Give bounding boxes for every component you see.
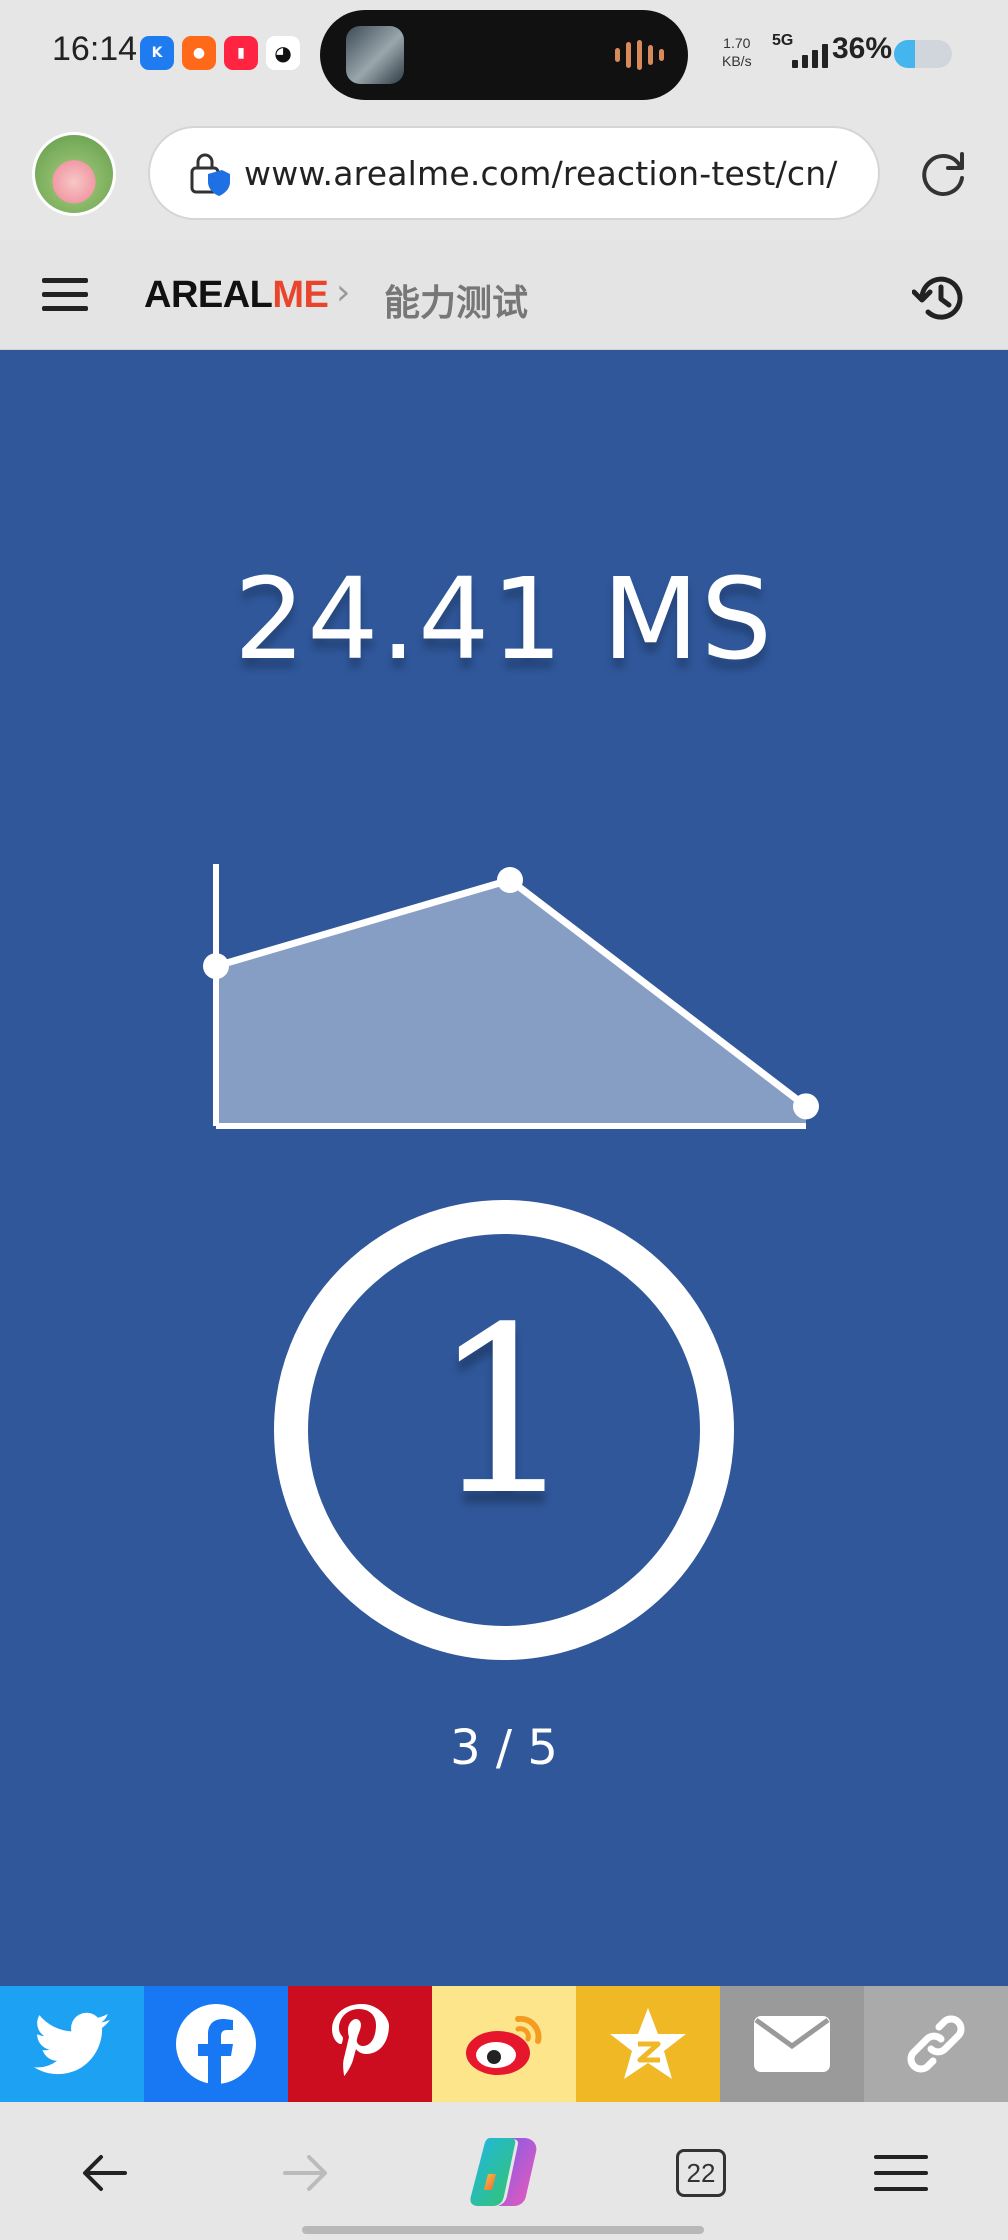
history-icon[interactable] (912, 270, 968, 326)
audio-wave-icon (615, 40, 664, 70)
reload-icon[interactable] (916, 146, 972, 202)
qzone-star-icon (610, 2008, 686, 2079)
home-indicator[interactable] (302, 2226, 704, 2234)
chart-point (203, 953, 229, 980)
share-facebook-button[interactable] (144, 1986, 288, 2102)
copy-link-button[interactable] (864, 1986, 1008, 2102)
share-weibo-button[interactable] (432, 1986, 576, 2102)
battery-fill (894, 40, 915, 68)
weibo-icon (466, 2015, 542, 2075)
network-type: 5G (772, 32, 794, 49)
browser-toolbar: www.arealme.com/reaction-test/cn/ (0, 110, 1008, 240)
status-bar: 16:14 K ● ▮ ◕ 1.70 KB/s 5G 36% (0, 0, 1008, 110)
logo-text-me: ME (272, 274, 329, 316)
net-speed-value: 1.70 (723, 35, 751, 51)
pinterest-icon (332, 2004, 389, 2076)
countdown-number: 1 (430, 1279, 578, 1546)
net-speed-unit: KB/s (722, 53, 752, 69)
countdown-circle[interactable]: 1 (274, 1200, 734, 1660)
share-twitter-button[interactable] (0, 1986, 144, 2102)
facebook-icon (176, 2004, 256, 2086)
tab-count-icon: 22 (676, 2149, 726, 2197)
logo-text-areal: AREAL (144, 274, 273, 316)
menu-icon (874, 2155, 928, 2191)
breadcrumb-category[interactable]: 能力测试 (384, 274, 528, 326)
share-pinterest-button[interactable] (288, 1986, 432, 2102)
tabs-button[interactable]: 22 (666, 2138, 736, 2208)
browser-menu-button[interactable] (866, 2138, 936, 2208)
share-email-button[interactable] (720, 1986, 864, 2102)
chart-point (497, 867, 523, 893)
reaction-test-area[interactable]: 24.41 MS 1 3 / 5 (0, 350, 1008, 1986)
twitter-icon (34, 2012, 110, 2075)
browser-bottom-nav: 22 (0, 2102, 1008, 2240)
signal-icon (792, 44, 828, 68)
hamburger-menu-icon[interactable] (42, 276, 88, 314)
xiaohongshu-icon: ▮ (224, 36, 258, 70)
copilot-button[interactable] (466, 2134, 542, 2210)
dynamic-island[interactable] (320, 10, 688, 100)
share-bar (0, 1986, 1008, 2102)
back-arrow-icon (83, 2155, 127, 2191)
breadcrumb-separator-icon: › (336, 272, 351, 313)
site-header: AREALME › 能力测试 (0, 240, 1008, 350)
site-logo[interactable]: AREALME (144, 274, 329, 317)
notification-icons: K ● ▮ ◕ (140, 36, 300, 70)
reaction-time-result: 24.41 MS (234, 555, 774, 685)
secure-lock-icon[interactable] (186, 152, 232, 198)
back-button[interactable] (70, 2138, 140, 2208)
qq-icon: ◕ (266, 36, 300, 70)
kugou-icon: K (140, 36, 174, 70)
chart-point (793, 1093, 819, 1120)
taobao-icon: ● (182, 36, 216, 70)
clock: 16:14 (52, 30, 138, 68)
battery-icon (894, 40, 952, 68)
network-speed: 1.70 KB/s (722, 34, 752, 70)
chart-area (216, 880, 806, 1126)
email-icon (754, 2016, 830, 2072)
profile-avatar[interactable] (32, 132, 116, 216)
media-thumbnail (346, 26, 404, 84)
address-bar[interactable]: www.arealme.com/reaction-test/cn/ (148, 126, 880, 220)
forward-button[interactable] (270, 2138, 340, 2208)
copilot-icon (470, 2138, 537, 2206)
link-icon (907, 2015, 965, 2073)
battery-percent: 36% (832, 32, 893, 65)
test-progress: 3 / 5 (450, 1720, 558, 1776)
url-text: www.arealme.com/reaction-test/cn/ (244, 154, 838, 193)
share-qzone-button[interactable] (576, 1986, 720, 2102)
forward-arrow-icon (283, 2155, 327, 2191)
